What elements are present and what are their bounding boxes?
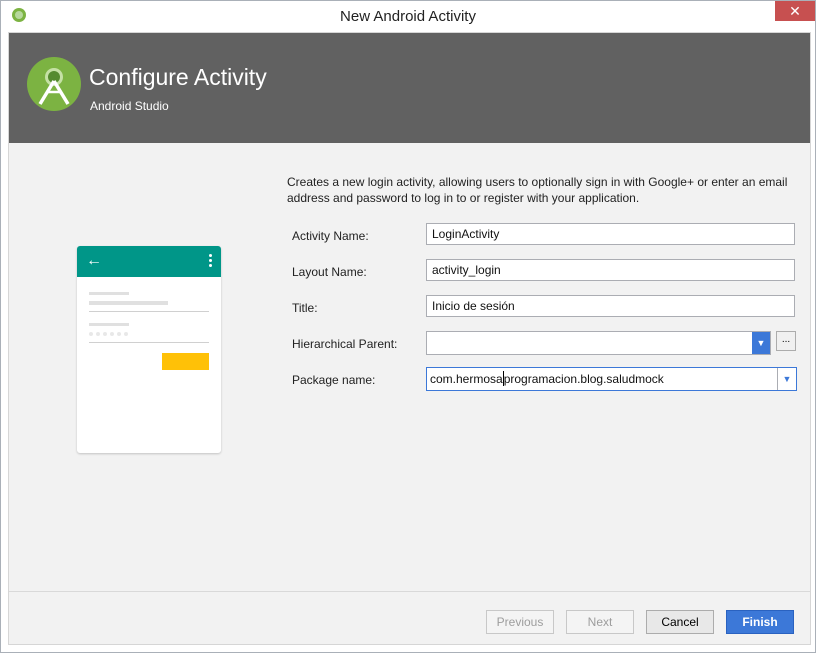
activity-name-label: Activity Name:: [292, 229, 369, 243]
title-bar: New Android Activity ✕: [1, 1, 815, 32]
package-name-value: com.hermosaprogramacion.blog.saludmock: [430, 368, 664, 390]
package-name-label: Package name:: [292, 373, 376, 387]
footer-divider: [9, 591, 810, 592]
activity-preview: ←: [77, 246, 221, 453]
chevron-down-icon[interactable]: ▼: [777, 368, 796, 390]
layout-name-input[interactable]: activity_login: [426, 259, 795, 281]
preview-password-dot: [110, 332, 114, 336]
activity-name-input[interactable]: LoginActivity: [426, 223, 795, 245]
next-button[interactable]: Next: [566, 610, 634, 634]
page-subtitle: Android Studio: [90, 99, 169, 113]
overflow-menu-icon: [209, 254, 212, 269]
cancel-button[interactable]: Cancel: [646, 610, 714, 634]
preview-password-dot: [124, 332, 128, 336]
header-banner: Configure Activity Android Studio: [9, 33, 810, 143]
android-studio-logo-icon: [27, 57, 81, 111]
chevron-down-icon[interactable]: ▼: [752, 332, 770, 354]
close-button[interactable]: ✕: [775, 1, 815, 21]
dialog-window: New Android Activity ✕ Configure Activit…: [0, 0, 816, 653]
previous-button[interactable]: Previous: [486, 610, 554, 634]
preview-placeholder-line: [89, 323, 129, 326]
hierarchical-parent-label: Hierarchical Parent:: [292, 337, 398, 351]
preview-divider: [89, 311, 209, 312]
preview-password-dot: [103, 332, 107, 336]
page-title: Configure Activity: [89, 64, 267, 90]
layout-name-label: Layout Name:: [292, 265, 367, 279]
preview-password-dot: [89, 332, 93, 336]
preview-password-dot: [117, 332, 121, 336]
dialog-content: Configure Activity Android Studio ← Crea…: [8, 32, 811, 645]
preview-toolbar: ←: [77, 246, 221, 277]
preview-sign-in-button: [162, 353, 209, 370]
package-name-combo[interactable]: com.hermosaprogramacion.blog.saludmock ▼: [426, 367, 797, 391]
hierarchical-parent-combo[interactable]: ▼: [426, 331, 771, 355]
window-title: New Android Activity: [340, 8, 476, 25]
title-label: Title:: [292, 301, 318, 315]
preview-placeholder-line: [89, 301, 168, 305]
package-name-text-before-cursor: com.hermosa: [430, 372, 503, 386]
preview-divider: [89, 342, 209, 343]
finish-button[interactable]: Finish: [726, 610, 794, 634]
preview-password-dot: [96, 332, 100, 336]
preview-placeholder-line: [89, 292, 129, 295]
title-input[interactable]: Inicio de sesión: [426, 295, 795, 317]
back-arrow-icon: ←: [86, 252, 102, 269]
browse-parent-button[interactable]: ...: [776, 331, 796, 351]
activity-description: Creates a new login activity, allowing u…: [287, 175, 788, 205]
package-name-text-after-cursor: programacion.blog.saludmock: [503, 372, 664, 386]
